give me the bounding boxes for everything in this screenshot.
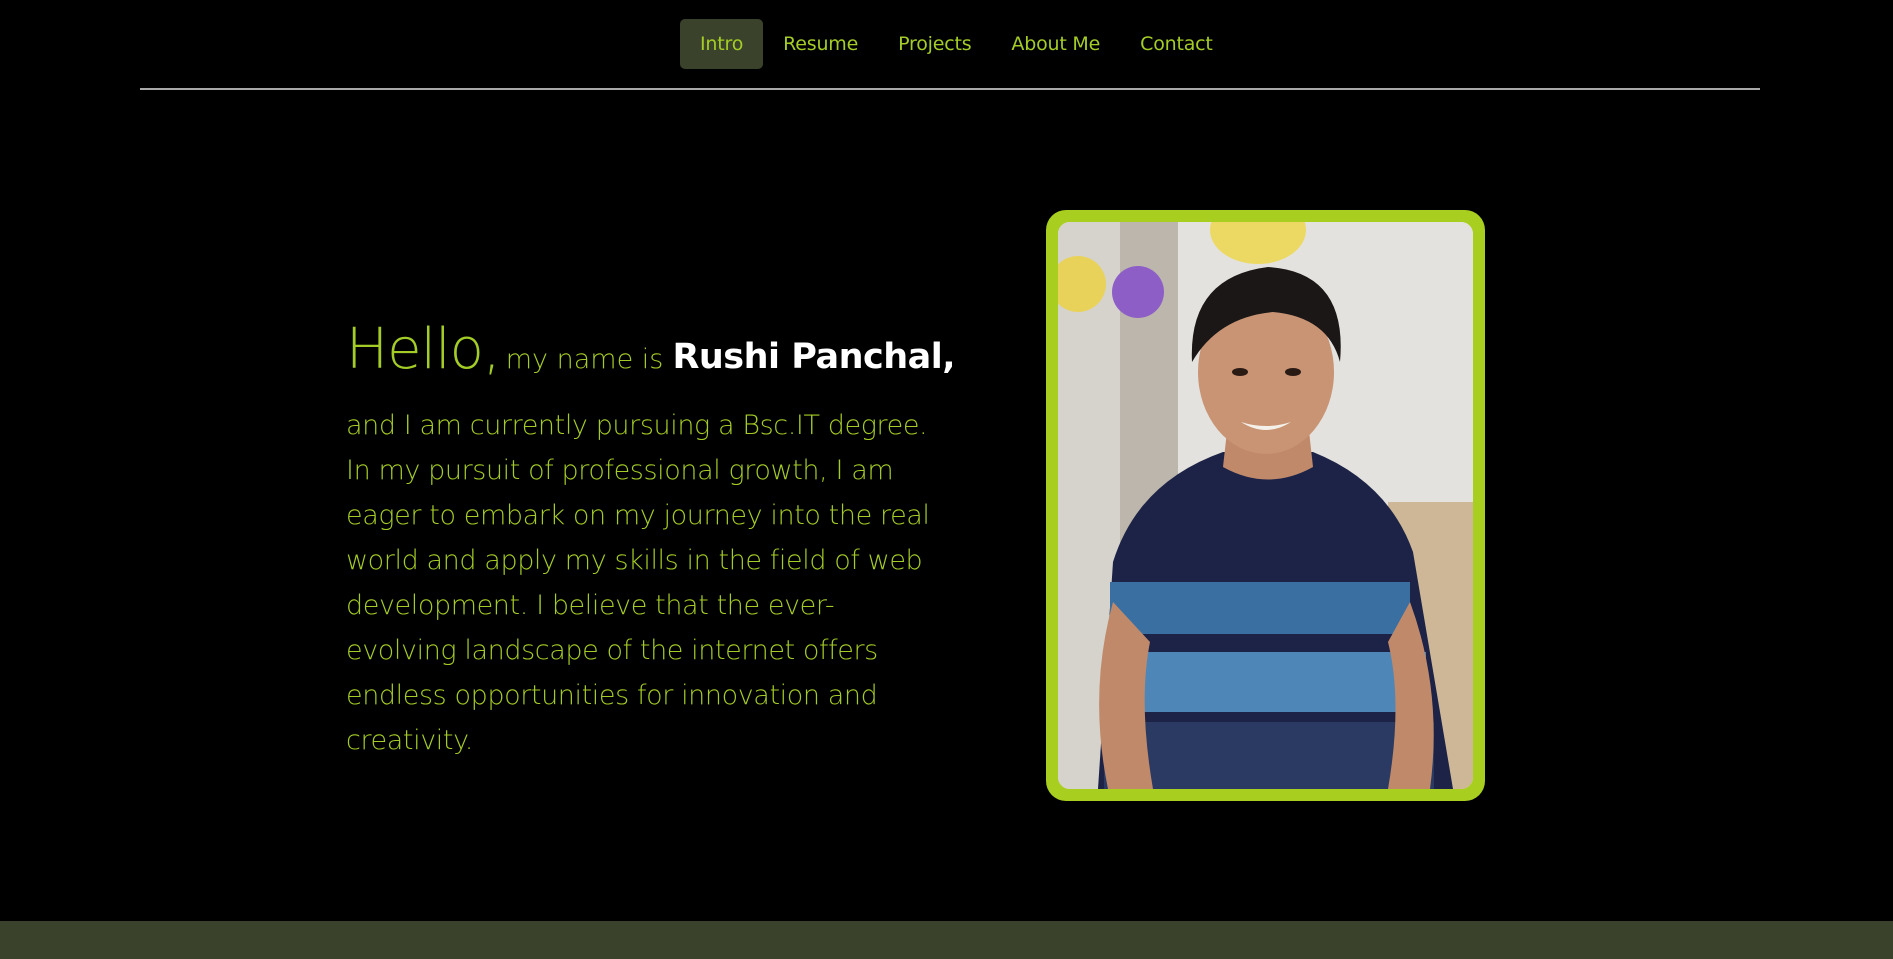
- portrait-frame: [1046, 210, 1485, 801]
- footer-bar: [0, 921, 1893, 959]
- profile-photo-illustration: [1058, 222, 1473, 789]
- nav-divider: [140, 88, 1760, 90]
- nav-item-about-me[interactable]: About Me: [991, 19, 1120, 69]
- intro-section: Hello, my name is Rushi Panchal, and I am…: [346, 316, 956, 763]
- nav-item-contact[interactable]: Contact: [1120, 19, 1233, 69]
- greeting-line: Hello, my name is Rushi Panchal,: [346, 316, 956, 397]
- bio-paragraph: and I am currently pursuing a Bsc.IT deg…: [346, 410, 930, 756]
- profile-photo: [1058, 222, 1473, 789]
- person-name: Rushi Panchal,: [672, 337, 956, 377]
- nav-list: Intro Resume Projects About Me Contact: [680, 19, 1233, 69]
- top-navigation: Intro Resume Projects About Me Contact: [0, 0, 1893, 90]
- my-name-is-text: my name is: [505, 344, 664, 375]
- nav-item-projects[interactable]: Projects: [878, 19, 991, 69]
- page: Intro Resume Projects About Me Contact H…: [0, 0, 1893, 959]
- hello-heading: Hello,: [346, 317, 501, 382]
- nav-item-resume[interactable]: Resume: [763, 19, 878, 69]
- nav-item-intro[interactable]: Intro: [680, 19, 764, 69]
